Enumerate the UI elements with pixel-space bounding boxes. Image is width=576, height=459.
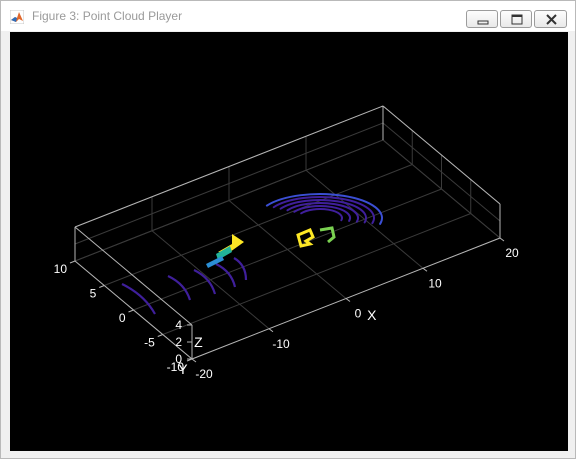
y-tick-label: -5 <box>144 336 155 350</box>
z-tick-label: 2 <box>175 335 182 349</box>
grid-line <box>162 213 471 335</box>
y-tick-mark <box>99 285 105 288</box>
scan-ring <box>300 208 343 222</box>
x-tick-mark <box>191 358 197 363</box>
maximize-icon <box>511 14 523 25</box>
x-tick-mark <box>345 298 351 302</box>
figure-window: Figure 3: Point Cloud Player -20 -10 0 10 20… <box>0 0 576 459</box>
y-tick-label: 10 <box>54 262 68 276</box>
close-button[interactable] <box>534 10 567 28</box>
grid-line <box>382 122 501 222</box>
minimize-icon <box>477 20 489 25</box>
scan-ring <box>121 283 156 315</box>
y-tick-mark <box>69 260 76 264</box>
object-point-cluster <box>319 226 336 244</box>
title-bar[interactable]: Figure 3: Point Cloud Player <box>1 1 575 31</box>
axis-lines <box>69 105 505 363</box>
x-tick-label: -20 <box>195 367 213 381</box>
z-tick-label: 4 <box>175 318 182 332</box>
figure-canvas[interactable]: -20 -10 0 10 20 -10 -5 0 5 10 0 2 4 XYZ <box>10 32 568 451</box>
grid-line <box>133 188 442 311</box>
x-tick-label: -10 <box>272 337 290 351</box>
grid-line <box>104 164 413 286</box>
y-tick-label: 0 <box>119 311 126 325</box>
matlab-logo-icon <box>10 10 24 24</box>
y-tick-label: 5 <box>90 287 97 301</box>
maximize-button[interactable] <box>500 10 532 28</box>
point-cloud-axes[interactable]: -20-1001020-10-50510024 XYZ <box>10 32 568 451</box>
object-point-cluster <box>296 228 315 248</box>
scan-ring <box>167 275 192 301</box>
z-axis-label: Z <box>194 334 203 350</box>
grid-line <box>74 122 384 245</box>
x-tick-mark <box>268 328 274 333</box>
close-icon <box>546 14 557 25</box>
x-tick-label: 20 <box>505 246 519 260</box>
y-axis-label: Y <box>178 361 188 377</box>
y-tick-mark <box>128 309 134 313</box>
minimize-button[interactable] <box>466 10 498 28</box>
window-title: Figure 3: Point Cloud Player <box>32 9 183 23</box>
scan-ring <box>215 263 237 288</box>
x-axis-label: X <box>367 307 377 323</box>
x-tick-mark <box>422 267 428 272</box>
y-tick-mark <box>157 334 163 337</box>
x-tick-mark <box>499 237 505 242</box>
tick-labels: -20-1001020-10-50510024 <box>54 246 519 381</box>
scan-ring <box>233 257 248 281</box>
x-tick-label: 10 <box>428 276 442 290</box>
x-tick-label: 0 <box>355 307 362 321</box>
